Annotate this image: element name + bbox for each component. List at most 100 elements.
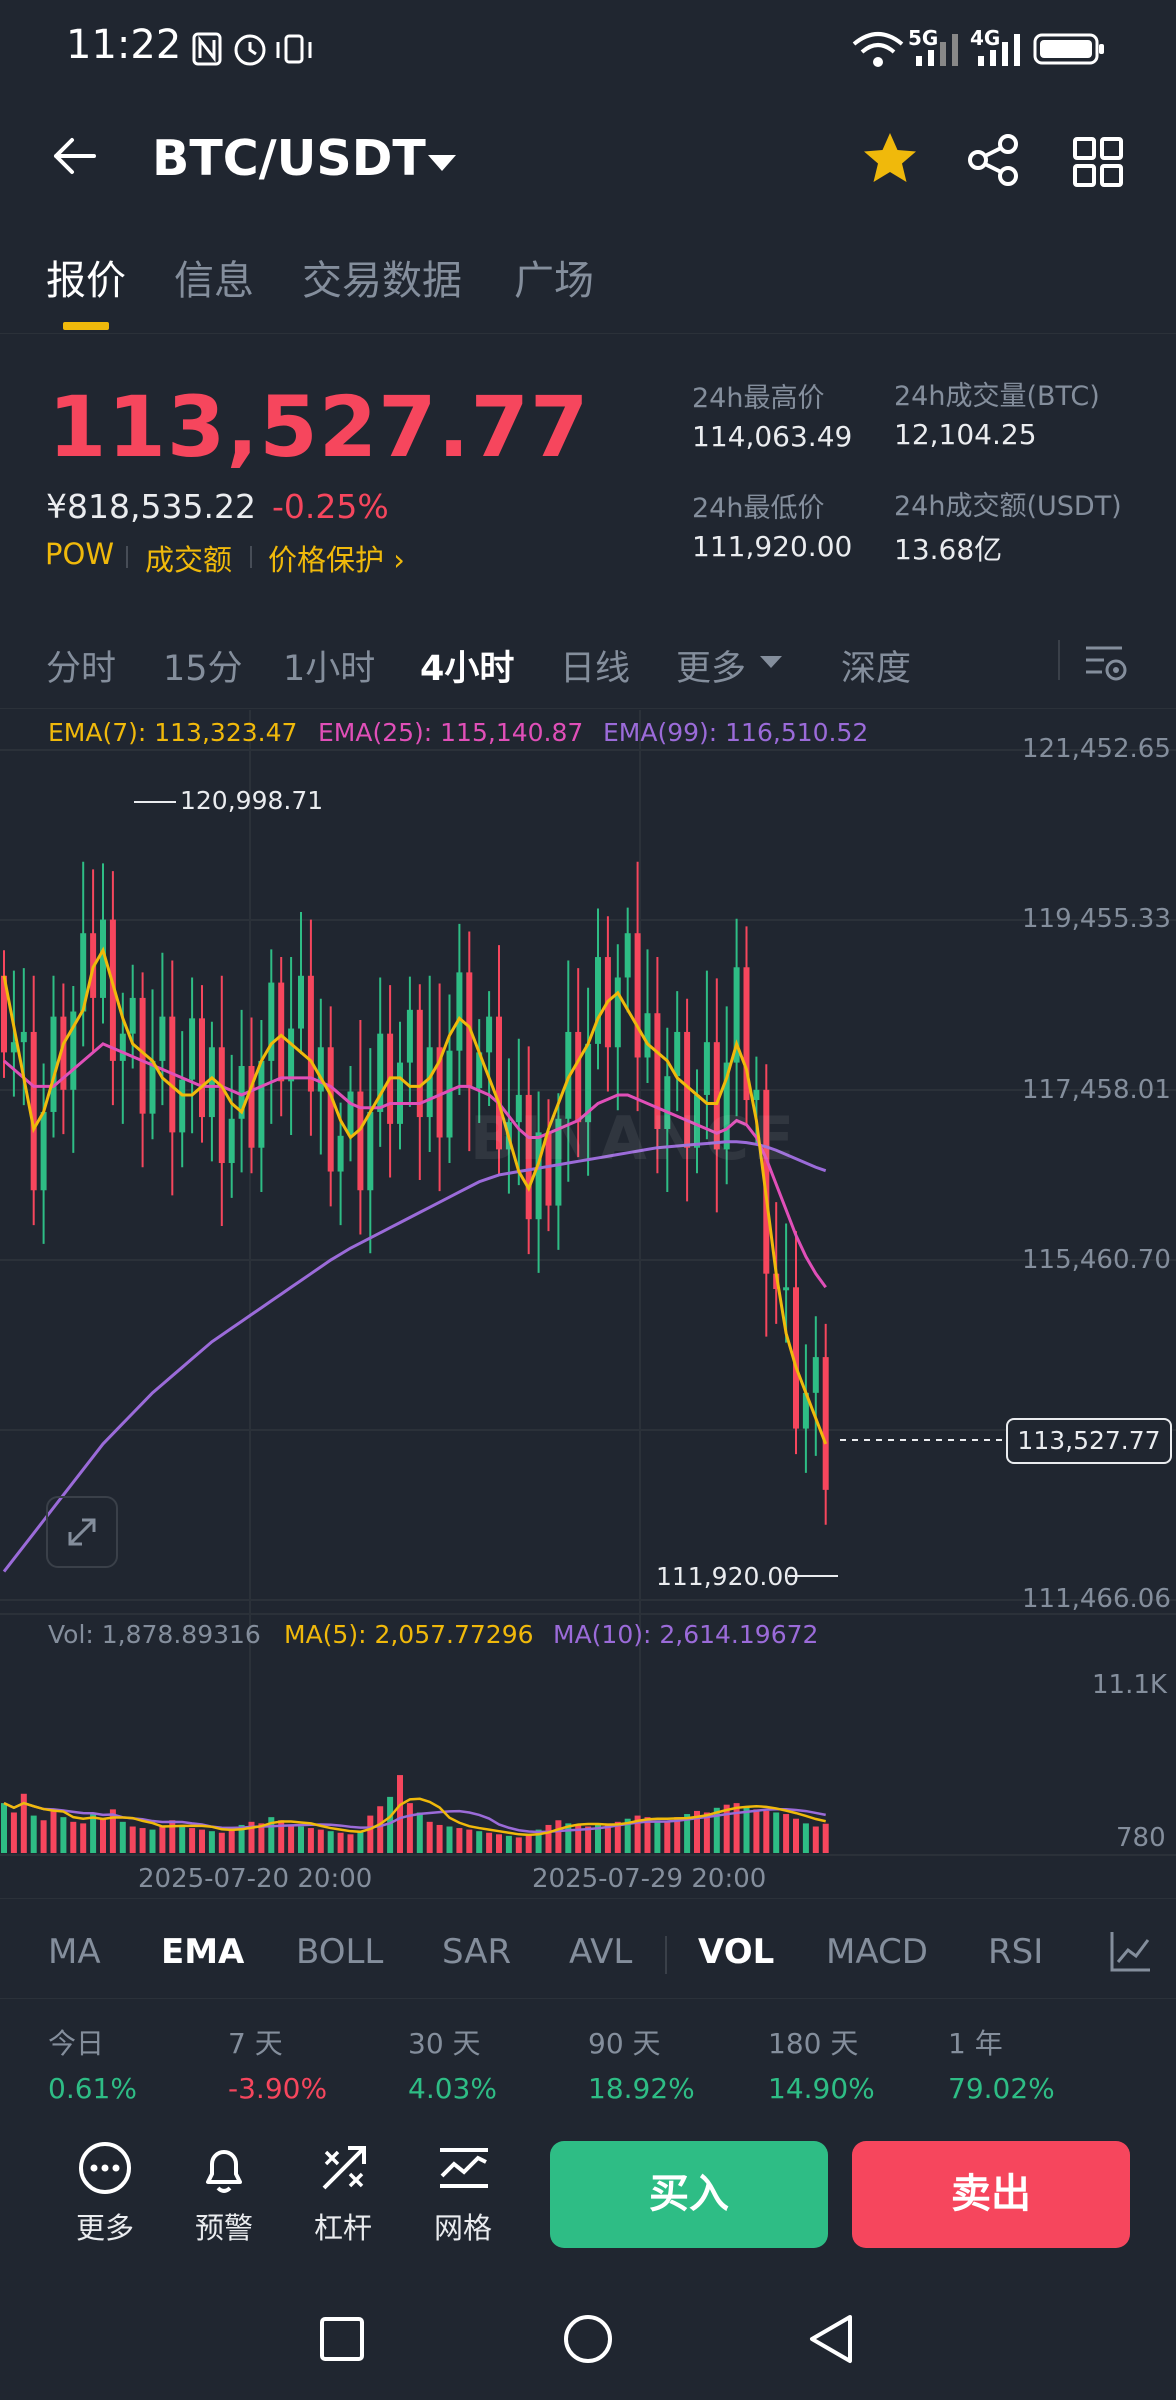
- volume-bar: [60, 1817, 67, 1853]
- candle: [258, 1060, 265, 1148]
- cny-price: ¥818,535.22: [46, 487, 256, 526]
- candle: [50, 1016, 57, 1112]
- more-label[interactable]: 更多: [76, 2205, 134, 2247]
- buy-button[interactable]: 买入: [550, 2141, 828, 2248]
- candle: [406, 1009, 413, 1063]
- bell-icon[interactable]: [196, 2140, 252, 2196]
- volume-bar: [337, 1832, 344, 1853]
- last-price: 113,527.77: [48, 378, 590, 476]
- candle: [228, 1118, 235, 1164]
- ema99-legend: EMA(99): 116,510.52: [603, 718, 869, 747]
- volume-bar: [119, 1821, 126, 1853]
- battery-icon: [1033, 33, 1104, 65]
- candle: [278, 982, 285, 1082]
- candle: [40, 1111, 47, 1191]
- tab-quote[interactable]: 报价: [46, 248, 126, 306]
- alert-label[interactable]: 预警: [195, 2205, 253, 2247]
- volume-bar: [416, 1812, 423, 1853]
- volume-bar: [723, 1804, 730, 1853]
- indicator-settings-icon[interactable]: [1108, 1928, 1154, 1974]
- back-arrow-icon[interactable]: [48, 130, 100, 182]
- indicator-macd[interactable]: MACD: [826, 1932, 928, 1972]
- tag-turnover[interactable]: 成交额: [145, 537, 232, 579]
- candle: [595, 957, 601, 1044]
- candle: [674, 1031, 681, 1077]
- star-icon[interactable]: [860, 130, 920, 186]
- interval-more[interactable]: 更多: [676, 640, 746, 691]
- indicator-vol[interactable]: VOL: [698, 1932, 774, 1972]
- volume-bar: [30, 1815, 37, 1853]
- back-nav-icon[interactable]: [806, 2313, 858, 2365]
- volume-bar: [466, 1829, 473, 1853]
- caret-down-icon[interactable]: [760, 656, 782, 668]
- interval-depth[interactable]: 深度: [841, 640, 911, 691]
- low-label: 24h最低价: [692, 493, 825, 524]
- vol-legend: Vol: 1,878.89316: [48, 1620, 261, 1649]
- candle: [288, 1028, 295, 1082]
- volume-bar: [159, 1826, 166, 1853]
- volume-bar: [228, 1828, 235, 1853]
- vol-y-tick: 11.1K: [1092, 1670, 1167, 1700]
- volume-bar: [327, 1831, 334, 1853]
- volume-bar: [802, 1823, 809, 1853]
- vol-ma10-legend: MA(10): 2,614.19672: [553, 1620, 819, 1649]
- divider: [0, 1898, 1176, 1899]
- interval-1h[interactable]: 1小时: [283, 640, 375, 691]
- volume-bar: [456, 1828, 463, 1853]
- ema25-legend: EMA(25): 115,140.87: [318, 718, 584, 747]
- leverage-label[interactable]: 杠杆: [314, 2205, 372, 2247]
- tab-trading-data[interactable]: 交易数据: [302, 248, 462, 306]
- sell-button[interactable]: 卖出: [852, 2141, 1130, 2248]
- indicator-sar[interactable]: SAR: [442, 1932, 511, 1972]
- indicator-ma[interactable]: MA: [48, 1932, 101, 1972]
- period-label: 90 天: [588, 2027, 661, 2060]
- volume-bar: [555, 1820, 562, 1853]
- volume-bar: [298, 1826, 304, 1853]
- candle: [367, 1111, 374, 1191]
- fullscreen-button[interactable]: [46, 1496, 118, 1568]
- volume-bar: [1, 1803, 7, 1853]
- vol-usdt-value: 13.68亿: [894, 533, 1003, 566]
- volume-bar: [100, 1818, 106, 1853]
- share-icon[interactable]: [966, 132, 1022, 188]
- leverage-icon[interactable]: [316, 2140, 372, 2196]
- grid-trading-icon[interactable]: [436, 2140, 492, 2196]
- interval-15m[interactable]: 15分: [163, 640, 243, 691]
- volume-bar: [793, 1818, 799, 1853]
- volume-bar: [436, 1824, 443, 1853]
- volume-bar: [476, 1831, 483, 1853]
- wifi-icon: [852, 32, 904, 67]
- more-icon[interactable]: [77, 2140, 133, 2196]
- candle: [159, 1016, 166, 1061]
- grid-menu-icon[interactable]: [1072, 136, 1124, 188]
- interval-1d[interactable]: 日线: [560, 640, 630, 691]
- candle: [783, 1287, 790, 1291]
- tag-price-protection[interactable]: 价格保护 ›: [268, 537, 405, 579]
- indicator-ema[interactable]: EMA: [161, 1932, 244, 1972]
- caret-down-icon[interactable]: [428, 155, 456, 171]
- tab-info[interactable]: 信息: [174, 248, 254, 306]
- kline-chart[interactable]: [0, 710, 1176, 1860]
- candle: [317, 1047, 324, 1092]
- interval-time[interactable]: 分时: [46, 640, 116, 691]
- x-tick: 2025-07-29 20:00: [532, 1864, 767, 1894]
- indicator-rsi[interactable]: RSI: [988, 1932, 1043, 1972]
- high-marker-label: 120,998.71: [180, 786, 324, 815]
- divider: [0, 1998, 1176, 1999]
- tag-pow[interactable]: POW: [45, 537, 114, 571]
- vol-btc-value: 12,104.25: [894, 418, 1037, 451]
- candle: [179, 1079, 186, 1133]
- interval-4h[interactable]: 4小时: [420, 640, 514, 691]
- indicator-boll[interactable]: BOLL: [296, 1932, 383, 1972]
- grid-label[interactable]: 网格: [434, 2205, 492, 2247]
- home-icon[interactable]: [562, 2313, 614, 2365]
- signal-icon: [916, 34, 958, 66]
- indicator-avl[interactable]: AVL: [569, 1932, 632, 1972]
- candle: [426, 1047, 433, 1118]
- chart-settings-icon[interactable]: [1082, 640, 1128, 684]
- tab-square[interactable]: 广场: [514, 248, 594, 306]
- volume-bar: [822, 1823, 829, 1853]
- watermark-text: BINANCE: [470, 1104, 798, 1174]
- recent-apps-icon[interactable]: [318, 2315, 366, 2363]
- pair-title[interactable]: BTC/USDT: [152, 130, 426, 187]
